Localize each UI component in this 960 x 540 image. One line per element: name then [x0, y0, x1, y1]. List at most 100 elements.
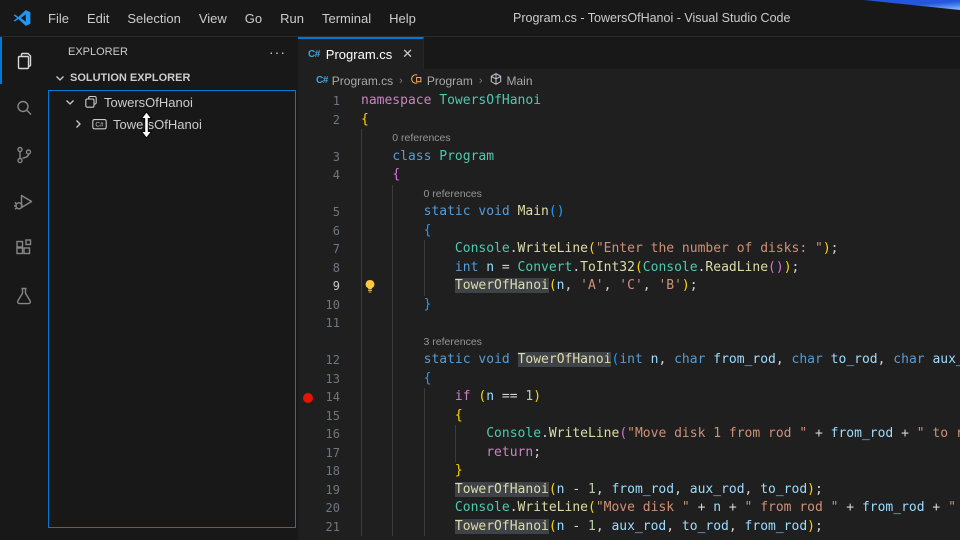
breadcrumb-item-file[interactable]: C# Program.cs — [316, 74, 393, 88]
close-icon[interactable]: ✕ — [402, 46, 413, 62]
breadcrumb: C# Program.cs › Program › Main — [298, 69, 960, 92]
breadcrumb-item-class[interactable]: Program — [409, 72, 473, 89]
code-line-text: class Program — [361, 148, 494, 167]
menu-bar: File Edit Selection View Go Run Terminal… — [39, 11, 425, 26]
code-row[interactable]: 11 — [298, 314, 960, 333]
line-number: 1 — [298, 92, 340, 111]
code-line-text: int n = Convert.ToInt32(Console.ReadLine… — [361, 259, 799, 278]
line-number: 4 — [298, 166, 340, 185]
code-row[interactable]: 21 TowerOfHanoi(n - 1, aux_rod, to_rod, … — [298, 518, 960, 537]
solution-icon — [83, 94, 99, 110]
chevron-down-icon — [52, 70, 68, 86]
tree-item-label: TowersOfHanoi — [113, 117, 202, 132]
tab-program-cs[interactable]: C# Program.cs ✕ — [298, 37, 424, 69]
line-number: 15 — [298, 407, 340, 426]
chevron-right-icon: › — [399, 75, 403, 87]
line-number: 9 — [298, 277, 340, 296]
line-number: 3 — [298, 148, 340, 167]
breakpoint-icon[interactable] — [303, 393, 313, 403]
codelens-references[interactable]: 0 references — [392, 129, 450, 148]
line-number: 6 — [298, 222, 340, 241]
code-row[interactable]: 7 Console.WriteLine("Enter the number of… — [298, 240, 960, 259]
breadcrumb-item-method[interactable]: Main — [489, 72, 533, 89]
code-line-text: { — [361, 407, 463, 426]
code-row[interactable]: 2{ — [298, 111, 960, 130]
code-row[interactable]: 19 TowerOfHanoi(n - 1, from_rod, aux_rod… — [298, 481, 960, 500]
menu-item-view[interactable]: View — [190, 11, 236, 26]
code-line-text: static void TowerOfHanoi(int n, char fro… — [361, 351, 960, 370]
tab-label: Program.cs — [326, 47, 392, 62]
code-line-text: { — [361, 111, 369, 130]
method-icon — [489, 72, 503, 89]
menu-item-edit[interactable]: Edit — [78, 11, 118, 26]
codelens-row[interactable]: 3 references — [298, 333, 960, 352]
solution-explorer-title: SOLUTION EXPLORER — [70, 72, 190, 84]
code-line-text: namespace TowersOfHanoi — [361, 92, 541, 111]
menu-item-file[interactable]: File — [39, 11, 78, 26]
extensions-icon[interactable] — [0, 225, 48, 272]
code-line-text: } — [361, 462, 463, 481]
code-row[interactable]: 6 { — [298, 222, 960, 241]
code-line-text: { — [361, 222, 431, 241]
chevron-down-icon[interactable] — [62, 94, 78, 110]
codelens-row[interactable]: 0 references — [298, 185, 960, 204]
code-row[interactable]: 3 class Program — [298, 148, 960, 167]
search-icon[interactable] — [0, 84, 48, 131]
menu-item-terminal[interactable]: Terminal — [313, 11, 380, 26]
code-row[interactable]: 4 { — [298, 166, 960, 185]
code-row[interactable]: 13 { — [298, 370, 960, 389]
codelens-references[interactable]: 3 references — [424, 333, 482, 352]
code-line-text: Console.WriteLine("Move disk 1 from rod … — [361, 425, 960, 444]
line-number: 12 — [298, 351, 340, 370]
code-line-text: if (n == 1) — [361, 388, 541, 407]
code-row[interactable]: 18 } — [298, 462, 960, 481]
code-row[interactable]: 15 { — [298, 407, 960, 426]
code-line-text: Console.WriteLine("Move disk " + n + " f… — [361, 499, 960, 518]
tab-bar: C# Program.cs ✕ — [298, 37, 960, 69]
code-row[interactable]: 1 namespace TowersOfHanoi — [298, 92, 960, 111]
solution-explorer-section-header[interactable]: SOLUTION EXPLORER — [48, 66, 298, 90]
more-actions-icon[interactable]: ··· — [269, 44, 286, 60]
codelens-row[interactable]: 0 references — [298, 129, 960, 148]
line-number: 21 — [298, 518, 340, 537]
code-row[interactable]: 9 TowerOfHanoi(n, 'A', 'C', 'B'); — [298, 277, 960, 296]
code-row[interactable]: 10 } — [298, 296, 960, 315]
code-area[interactable]: 1namespace TowersOfHanoi2{0 references3 … — [298, 92, 960, 540]
explorer-icon[interactable] — [0, 37, 48, 84]
menu-item-selection[interactable]: Selection — [118, 11, 189, 26]
solution-explorer-tree: TowersOfHanoi C# TowersOfHanoi — [48, 90, 296, 528]
tree-item-label: TowersOfHanoi — [104, 95, 193, 110]
code-line-text: TowerOfHanoi(n - 1, from_rod, aux_rod, t… — [361, 481, 823, 500]
codelens-references[interactable]: 0 references — [424, 185, 482, 204]
csharp-project-icon: C# — [91, 116, 108, 132]
chevron-right-icon: › — [479, 75, 483, 87]
code-row[interactable]: 5 static void Main() — [298, 203, 960, 222]
code-row[interactable]: 12 static void TowerOfHanoi(int n, char … — [298, 351, 960, 370]
line-number: 20 — [298, 499, 340, 518]
code-line-text: Console.WriteLine("Enter the number of d… — [361, 240, 838, 259]
line-number: 5 — [298, 203, 340, 222]
code-line-text: static void Main() — [361, 203, 565, 222]
code-line-text: TowerOfHanoi(n - 1, aux_rod, to_rod, fro… — [361, 518, 823, 537]
code-row[interactable]: 17 return; — [298, 444, 960, 463]
tree-item-solution[interactable]: TowersOfHanoi — [49, 91, 295, 113]
menu-item-go[interactable]: Go — [236, 11, 271, 26]
code-line-text: TowerOfHanoi(n, 'A', 'C', 'B'); — [361, 277, 698, 296]
line-number: 18 — [298, 462, 340, 481]
sidebar-explorer: EXPLORER ··· SOLUTION EXPLORER TowersOfH… — [48, 37, 299, 540]
code-row[interactable]: 20 Console.WriteLine("Move disk " + n + … — [298, 499, 960, 518]
run-and-debug-icon[interactable] — [0, 178, 48, 225]
line-number: 7 — [298, 240, 340, 259]
tree-item-project[interactable]: C# TowersOfHanoi — [49, 113, 295, 135]
menu-item-run[interactable]: Run — [271, 11, 313, 26]
code-row[interactable]: 8 int n = Convert.ToInt32(Console.ReadLi… — [298, 259, 960, 278]
line-number: 16 — [298, 425, 340, 444]
chevron-right-icon[interactable] — [70, 116, 86, 132]
line-number: 8 — [298, 259, 340, 278]
testing-icon[interactable] — [0, 272, 48, 319]
code-row[interactable]: 14 if (n == 1) — [298, 388, 960, 407]
menu-item-help[interactable]: Help — [380, 11, 425, 26]
code-row[interactable]: 16 Console.WriteLine("Move disk 1 from r… — [298, 425, 960, 444]
source-control-icon[interactable] — [0, 131, 48, 178]
line-number: 17 — [298, 444, 340, 463]
